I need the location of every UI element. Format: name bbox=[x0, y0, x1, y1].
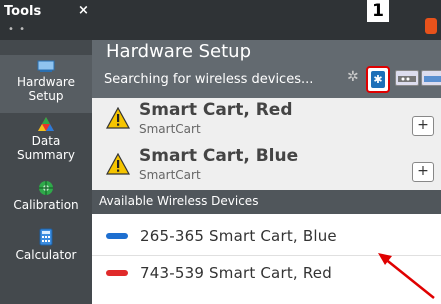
sidebar-header: Tools × • • bbox=[0, 0, 92, 40]
sidebar-title: Tools bbox=[4, 4, 42, 19]
sensor-button[interactable] bbox=[421, 70, 441, 86]
sidebar-item-label: Data bbox=[31, 134, 61, 148]
warning-icon bbox=[106, 107, 130, 129]
spinner-icon: ✲ bbox=[347, 69, 359, 85]
calculator-icon bbox=[39, 228, 53, 246]
search-status: Searching for wireless devices... bbox=[104, 72, 314, 87]
grip-icon[interactable]: • • bbox=[8, 24, 26, 35]
data-summary-icon bbox=[38, 117, 54, 131]
device-type: SmartCart bbox=[139, 168, 201, 182]
device-type: SmartCart bbox=[139, 122, 201, 136]
available-devices-header: Available Wireless Devices bbox=[92, 190, 441, 214]
device-icon bbox=[398, 76, 416, 82]
step-number-badge: 1 bbox=[367, 0, 389, 22]
sidebar-item-label: Hardware bbox=[17, 75, 75, 89]
sidebar-item-label: Summary bbox=[17, 148, 75, 162]
sidebar-item-calibration[interactable]: Calibration bbox=[0, 180, 92, 224]
page-title: Hardware Setup bbox=[106, 41, 252, 62]
smart-cart-icon bbox=[106, 233, 128, 239]
connected-device-blue: Smart Cart, Blue SmartCart + bbox=[92, 144, 441, 192]
smart-cart-icon bbox=[106, 270, 128, 276]
list-item[interactable]: 265-365 Smart Cart, Blue bbox=[92, 219, 441, 256]
sidebar-item-label: Setup bbox=[28, 89, 64, 103]
hardware-icon bbox=[37, 60, 55, 72]
sidebar-item-calculator[interactable]: Calculator bbox=[0, 228, 92, 272]
toolbar-strip: 1 bbox=[92, 0, 441, 40]
warning-icon bbox=[106, 153, 130, 175]
section-title: Available Wireless Devices bbox=[99, 194, 259, 208]
add-button[interactable]: + bbox=[412, 116, 434, 136]
device-name: Smart Cart, Blue bbox=[139, 146, 299, 166]
add-button[interactable]: + bbox=[412, 162, 434, 182]
sidebar-item-label: Calculator bbox=[15, 248, 77, 262]
device-label: 743-539 Smart Cart, Red bbox=[140, 264, 332, 282]
close-icon[interactable]: × bbox=[78, 3, 89, 18]
pin-icon[interactable] bbox=[425, 18, 437, 34]
bluetooth-button[interactable]: ✱ bbox=[366, 66, 390, 93]
bluetooth-icon: ✱ bbox=[371, 71, 385, 88]
sidebar-item-label: Calibration bbox=[13, 198, 79, 212]
hardware-setup-header: Hardware Setup Searching for wireless de… bbox=[92, 40, 441, 98]
tools-sidebar: Tools × • • Hardware Setup Data Summary … bbox=[0, 0, 92, 304]
connected-device-red: Smart Cart, Red SmartCart + bbox=[92, 98, 441, 146]
device-label: 265-365 Smart Cart, Blue bbox=[140, 227, 337, 245]
sidebar-item-hardware-setup[interactable]: Hardware Setup bbox=[0, 55, 92, 113]
list-item[interactable]: 743-539 Smart Cart, Red bbox=[92, 256, 441, 292]
sidebar-item-data-summary[interactable]: Data Summary bbox=[0, 116, 92, 176]
available-devices-list: 265-365 Smart Cart, Blue 743-539 Smart C… bbox=[92, 214, 441, 304]
device-name: Smart Cart, Red bbox=[139, 100, 293, 120]
sensor-icon bbox=[424, 76, 441, 82]
usb-device-button[interactable] bbox=[395, 70, 419, 86]
calibration-icon bbox=[39, 181, 53, 195]
